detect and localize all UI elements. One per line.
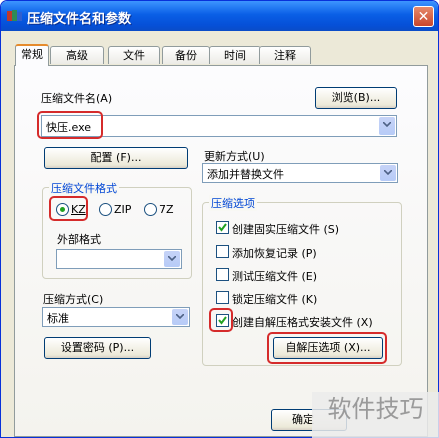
- lock-archive-label[interactable]: 锁定压缩文件 (K): [232, 291, 317, 307]
- external-format-select[interactable]: [56, 249, 182, 269]
- solid-archive-label[interactable]: 创建固实压缩文件 (S): [232, 221, 339, 237]
- update-mode-label: 更新方式(U): [204, 150, 265, 163]
- recovery-record-checkbox[interactable]: [216, 245, 229, 258]
- lock-archive-checkbox[interactable]: [216, 291, 229, 304]
- tab-time[interactable]: 时间: [209, 46, 261, 64]
- external-format-label: 外部格式: [57, 233, 101, 246]
- format-group-title: 压缩文件格式: [49, 180, 119, 196]
- method-select[interactable]: 标准: [42, 307, 190, 327]
- chevron-down-icon: [384, 170, 392, 175]
- update-mode-select[interactable]: 添加并替换文件: [202, 163, 398, 183]
- update-mode-value: 添加并替换文件: [207, 168, 284, 181]
- browse-button[interactable]: 浏览(B)...: [315, 87, 397, 109]
- options-group-title: 压缩选项: [209, 195, 257, 211]
- archive-name-value: 快压.exe: [46, 121, 92, 134]
- sfx-label[interactable]: 创建自解压格式安装文件 (X): [232, 314, 373, 330]
- chevron-down-icon: [383, 122, 391, 127]
- method-value: 标准: [47, 312, 69, 325]
- profile-button[interactable]: 配置 (F)...: [44, 147, 188, 169]
- watermark: 软件技巧: [312, 392, 439, 438]
- tab-files[interactable]: 文件: [108, 46, 160, 64]
- method-label: 压缩方式(C): [43, 293, 104, 306]
- close-button[interactable]: ✕: [413, 6, 434, 27]
- archive-name-combo[interactable]: 快压.exe: [41, 115, 397, 137]
- format-zip-radio[interactable]: [99, 203, 112, 216]
- dialog-window: 压缩文件名和参数 ✕ 常规 高级 文件 备份 时间 注释 压缩文件名(A) 浏览…: [0, 0, 439, 438]
- external-format-dropdown-arrow[interactable]: [164, 251, 180, 267]
- recovery-record-label[interactable]: 添加恢复记录 (P): [232, 245, 317, 261]
- format-kz-radio[interactable]: [56, 203, 69, 216]
- test-archive-checkbox[interactable]: [216, 268, 229, 281]
- format-zip-label[interactable]: ZIP: [114, 203, 131, 216]
- format-kz-label[interactable]: KZ: [71, 203, 86, 216]
- tab-general[interactable]: 常规: [15, 44, 49, 66]
- chevron-down-icon: [168, 256, 176, 261]
- tab-advanced[interactable]: 高级: [50, 46, 104, 64]
- sfx-checkbox[interactable]: [216, 314, 229, 327]
- checkmark-icon: [218, 316, 227, 325]
- set-password-button[interactable]: 设置密码 (P)...: [44, 337, 151, 359]
- method-dropdown-arrow[interactable]: [172, 309, 188, 325]
- tab-backup[interactable]: 备份: [162, 46, 210, 64]
- archive-app-icon: [7, 10, 22, 21]
- test-archive-label[interactable]: 测试压缩文件 (E): [232, 268, 317, 284]
- archive-name-dropdown-arrow[interactable]: [379, 117, 395, 135]
- window-title: 压缩文件名和参数: [27, 12, 132, 27]
- archive-name-label: 压缩文件名(A): [41, 92, 113, 105]
- update-mode-dropdown-arrow[interactable]: [380, 165, 396, 181]
- format-7z-label[interactable]: 7Z: [159, 203, 174, 216]
- tab-comment[interactable]: 注释: [259, 46, 311, 64]
- title-bar[interactable]: 压缩文件名和参数 ✕: [1, 1, 438, 31]
- checkmark-icon: [218, 223, 227, 232]
- chevron-down-icon: [176, 314, 184, 319]
- format-7z-radio[interactable]: [144, 203, 157, 216]
- radio-selected-dot: [60, 207, 65, 212]
- sfx-options-button[interactable]: 自解压选项 (X)...: [273, 337, 383, 359]
- solid-archive-checkbox[interactable]: [216, 221, 229, 234]
